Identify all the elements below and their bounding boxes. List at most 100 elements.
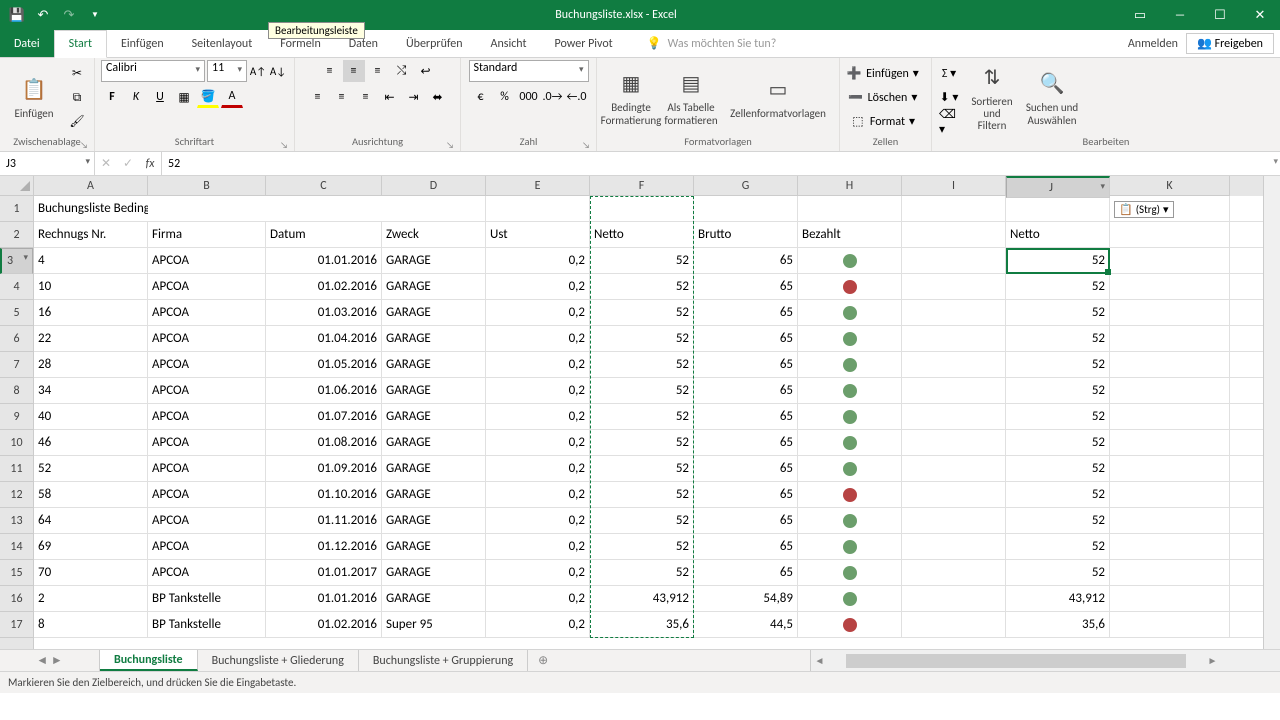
name-box[interactable] bbox=[0, 152, 95, 175]
maximize-icon[interactable]: ☐ bbox=[1200, 0, 1240, 30]
cell[interactable]: 64 bbox=[34, 508, 148, 533]
cell[interactable]: 01.07.2016 bbox=[266, 404, 382, 429]
cell[interactable]: 01.02.2016 bbox=[266, 612, 382, 637]
cell[interactable] bbox=[902, 430, 1006, 455]
cell[interactable]: 0,2 bbox=[486, 248, 590, 273]
cell[interactable] bbox=[1110, 534, 1230, 559]
underline-button[interactable]: U bbox=[149, 86, 171, 108]
login-link[interactable]: Anmelden bbox=[1128, 37, 1178, 51]
expand-formula-icon[interactable]: ▾ bbox=[1273, 156, 1278, 167]
cell[interactable]: 52 bbox=[1006, 248, 1110, 273]
decrease-decimal-icon[interactable]: ←.0 bbox=[566, 86, 588, 108]
decrease-font-icon[interactable]: A↓ bbox=[269, 60, 287, 82]
cell[interactable] bbox=[1110, 378, 1230, 403]
cell[interactable]: 0,2 bbox=[486, 456, 590, 481]
cell[interactable] bbox=[798, 560, 902, 585]
cell[interactable] bbox=[1110, 326, 1230, 351]
increase-decimal-icon[interactable]: .0→ bbox=[542, 86, 564, 108]
cell[interactable]: 0,2 bbox=[486, 534, 590, 559]
format-painter-icon[interactable]: 🖌 bbox=[66, 111, 88, 133]
cell[interactable]: 52 bbox=[1006, 378, 1110, 403]
cell[interactable]: 65 bbox=[694, 430, 798, 455]
cell[interactable]: APCOA bbox=[148, 378, 266, 403]
cell[interactable]: 0,2 bbox=[486, 482, 590, 507]
cell[interactable] bbox=[1110, 300, 1230, 325]
cell[interactable] bbox=[1110, 612, 1230, 637]
fill-color-icon[interactable]: 🪣 bbox=[197, 86, 219, 108]
cell[interactable]: 52 bbox=[1006, 274, 1110, 299]
tab-ansicht[interactable]: Ansicht bbox=[477, 30, 541, 57]
cell[interactable]: 01.02.2016 bbox=[266, 274, 382, 299]
cell[interactable]: BP Tankstelle bbox=[148, 586, 266, 611]
cell[interactable]: GARAGE bbox=[382, 274, 486, 299]
cell[interactable] bbox=[798, 274, 902, 299]
dialog-launcher-icon[interactable]: ↘ bbox=[280, 140, 288, 151]
cell[interactable]: 0,2 bbox=[486, 612, 590, 637]
cell[interactable] bbox=[798, 326, 902, 351]
tab-file[interactable]: Datei bbox=[0, 30, 54, 57]
cell[interactable]: GARAGE bbox=[382, 378, 486, 403]
row-header[interactable]: 15 bbox=[0, 560, 33, 586]
cell[interactable] bbox=[902, 326, 1006, 351]
cell[interactable] bbox=[798, 612, 902, 637]
cell[interactable] bbox=[266, 196, 382, 221]
tab-power pivot[interactable]: Power Pivot bbox=[541, 30, 627, 57]
font-name-select[interactable]: Calibri bbox=[101, 60, 205, 82]
cell[interactable]: 28 bbox=[34, 352, 148, 377]
cell[interactable]: Firma bbox=[148, 222, 266, 247]
column-header[interactable]: I bbox=[902, 176, 1006, 196]
cell[interactable] bbox=[902, 586, 1006, 611]
cell[interactable]: 01.06.2016 bbox=[266, 378, 382, 403]
cell[interactable]: APCOA bbox=[148, 248, 266, 273]
cell[interactable]: 52 bbox=[590, 300, 694, 325]
delete-cells-button[interactable]: ➖Löschen ▾ bbox=[848, 88, 924, 108]
cell[interactable]: 0,2 bbox=[486, 404, 590, 429]
cell[interactable]: 65 bbox=[694, 560, 798, 585]
percent-icon[interactable]: % bbox=[494, 86, 516, 108]
ribbon-options-icon[interactable]: ▭ bbox=[1120, 0, 1160, 30]
cell[interactable]: 01.03.2016 bbox=[266, 300, 382, 325]
column-header[interactable]: F bbox=[590, 176, 694, 196]
dialog-launcher-icon[interactable]: ↘ bbox=[582, 140, 590, 151]
cell[interactable]: 52 bbox=[1006, 352, 1110, 377]
cell[interactable]: GARAGE bbox=[382, 560, 486, 585]
cell[interactable]: BP Tankstelle bbox=[148, 612, 266, 637]
formula-input[interactable]: ▾ bbox=[162, 152, 1280, 175]
cell[interactable]: APCOA bbox=[148, 534, 266, 559]
row-header[interactable]: 10 bbox=[0, 430, 33, 456]
cell[interactable]: 35,6 bbox=[1006, 612, 1110, 637]
cell[interactable]: GARAGE bbox=[382, 248, 486, 273]
row-header[interactable]: 17 bbox=[0, 612, 33, 638]
cell[interactable]: 01.09.2016 bbox=[266, 456, 382, 481]
cell[interactable]: 01.05.2016 bbox=[266, 352, 382, 377]
cell[interactable]: 65 bbox=[694, 326, 798, 351]
cell[interactable]: GARAGE bbox=[382, 352, 486, 377]
cell[interactable]: 0,2 bbox=[486, 560, 590, 585]
border-icon[interactable]: ▦ bbox=[173, 86, 195, 108]
cell[interactable]: 52 bbox=[590, 274, 694, 299]
cell[interactable]: GARAGE bbox=[382, 534, 486, 559]
dialog-launcher-icon[interactable]: ↘ bbox=[446, 140, 454, 151]
cell[interactable]: GARAGE bbox=[382, 430, 486, 455]
row-header[interactable]: 4 bbox=[0, 274, 33, 300]
cell[interactable]: GARAGE bbox=[382, 300, 486, 325]
cell[interactable]: 40 bbox=[34, 404, 148, 429]
column-header[interactable]: K bbox=[1110, 176, 1230, 196]
paste-button[interactable]: 📋 Einfügen bbox=[6, 63, 62, 133]
tab-einfügen[interactable]: Einfügen bbox=[107, 30, 178, 57]
cell[interactable]: GARAGE bbox=[382, 404, 486, 429]
row-header[interactable]: 9 bbox=[0, 404, 33, 430]
cell[interactable] bbox=[1110, 482, 1230, 507]
cell[interactable]: 65 bbox=[694, 274, 798, 299]
cell[interactable]: APCOA bbox=[148, 404, 266, 429]
cell[interactable]: 52 bbox=[590, 560, 694, 585]
cell[interactable]: 65 bbox=[694, 404, 798, 429]
cell[interactable]: Brutto bbox=[694, 222, 798, 247]
cell[interactable] bbox=[902, 508, 1006, 533]
conditional-formatting-button[interactable]: ▦Bedingte Formatierung bbox=[603, 63, 659, 133]
align-right-icon[interactable]: ≡ bbox=[355, 86, 377, 108]
cell[interactable] bbox=[1110, 404, 1230, 429]
row-header[interactable]: 7 bbox=[0, 352, 33, 378]
cell[interactable]: GARAGE bbox=[382, 586, 486, 611]
cell[interactable] bbox=[902, 274, 1006, 299]
